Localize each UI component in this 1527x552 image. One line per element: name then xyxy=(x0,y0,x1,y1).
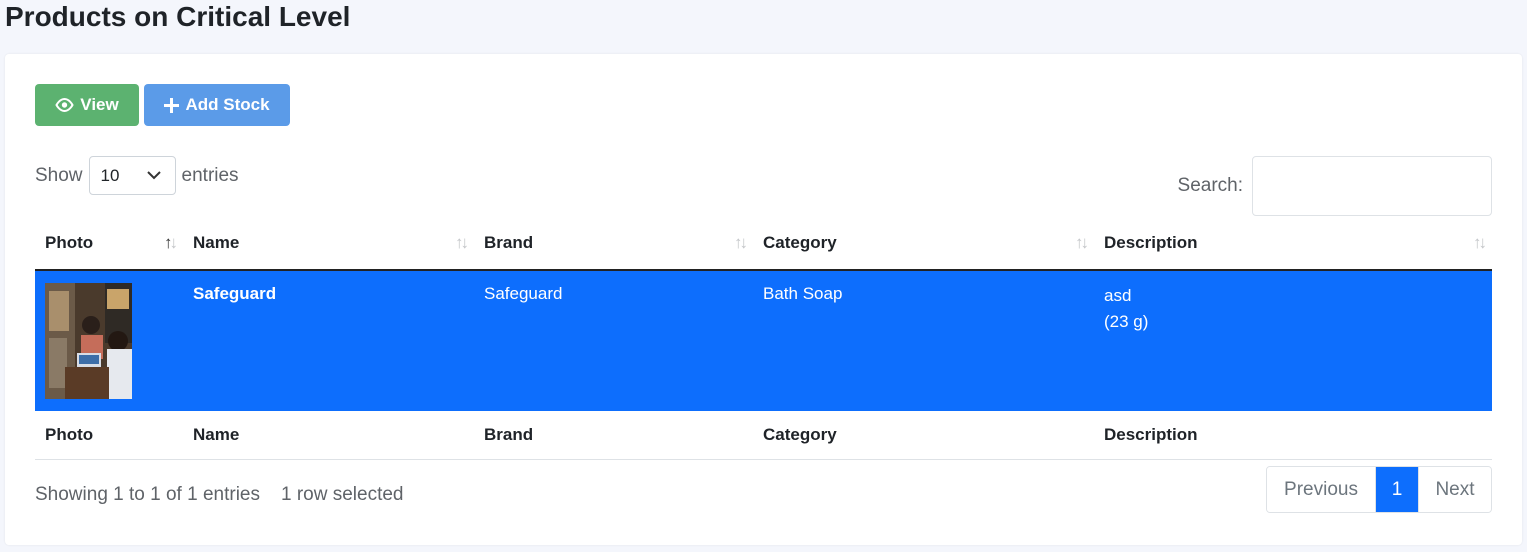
previous-page-button[interactable]: Previous xyxy=(1267,467,1376,512)
sort-arrows-icon: ↑↓ xyxy=(1075,232,1089,252)
page-title: Products on Critical Level xyxy=(5,1,351,32)
entries-select[interactable]: 10 xyxy=(88,156,176,195)
column-header-category[interactable]: Category ↑↓ xyxy=(753,216,1094,271)
footer-header-photo: Photo xyxy=(35,411,183,460)
description-size: (23 g) xyxy=(1104,312,1149,331)
table-footer-row: Photo Name Brand Category Description xyxy=(35,411,1492,460)
search-input[interactable] xyxy=(1252,156,1492,216)
add-stock-button[interactable]: Add Stock xyxy=(144,84,290,126)
product-name: Safeguard xyxy=(183,270,474,411)
search-label: Search: xyxy=(1177,175,1243,196)
page-button-current[interactable]: 1 xyxy=(1376,467,1419,512)
footer-header-category: Category xyxy=(753,411,1094,460)
entries-info: Showing 1 to 1 of 1 entries xyxy=(35,484,260,505)
footer-header-brand: Brand xyxy=(474,411,753,460)
plus-icon xyxy=(164,97,180,113)
product-brand: Safeguard xyxy=(474,270,753,411)
view-button-label: View xyxy=(80,95,119,114)
pagination: Previous 1 Next xyxy=(1266,466,1492,513)
product-photo-cell xyxy=(35,270,183,411)
column-header-photo[interactable]: Photo ↑↓ xyxy=(35,216,183,271)
show-label: Show xyxy=(35,164,83,186)
product-category: Bath Soap xyxy=(753,270,1094,411)
table-header-row: Photo ↑↓ Name ↑↓ Brand ↑↓ Category ↑↓ De… xyxy=(35,216,1492,271)
product-description: asd (23 g) xyxy=(1094,270,1492,411)
chevron-down-icon xyxy=(146,171,161,180)
sort-arrows-icon: ↑↓ xyxy=(1473,232,1487,252)
entries-length-control: Show 10 entries xyxy=(35,156,239,195)
next-page-button[interactable]: Next xyxy=(1419,467,1491,512)
column-header-description[interactable]: Description ↑↓ xyxy=(1094,216,1492,271)
sort-arrows-icon: ↑↓ xyxy=(455,232,469,252)
sort-ascending-icon: ↑↓ xyxy=(164,232,178,252)
products-card: View Add Stock Show 10 entries Search: P… xyxy=(5,54,1522,545)
footer-header-name: Name xyxy=(183,411,474,460)
table-info: Showing 1 to 1 of 1 entries 1 row select… xyxy=(35,484,404,506)
footer-header-description: Description xyxy=(1094,411,1492,460)
description-text: asd xyxy=(1104,286,1132,305)
search-control: Search: xyxy=(1178,156,1492,216)
selection-info: 1 row selected xyxy=(280,484,404,505)
product-photo[interactable] xyxy=(45,283,132,399)
eye-icon xyxy=(55,98,74,112)
view-button[interactable]: View xyxy=(35,84,139,126)
column-header-brand[interactable]: Brand ↑↓ xyxy=(474,216,753,271)
column-header-name[interactable]: Name ↑↓ xyxy=(183,216,474,271)
table-row[interactable]: Safeguard Safeguard Bath Soap asd (23 g) xyxy=(35,270,1492,411)
products-table: Photo ↑↓ Name ↑↓ Brand ↑↓ Category ↑↓ De… xyxy=(35,216,1492,460)
entries-label: entries xyxy=(181,164,239,186)
entries-select-value: 10 xyxy=(100,165,120,185)
sort-arrows-icon: ↑↓ xyxy=(734,232,748,252)
add-stock-button-label: Add Stock xyxy=(185,95,270,114)
